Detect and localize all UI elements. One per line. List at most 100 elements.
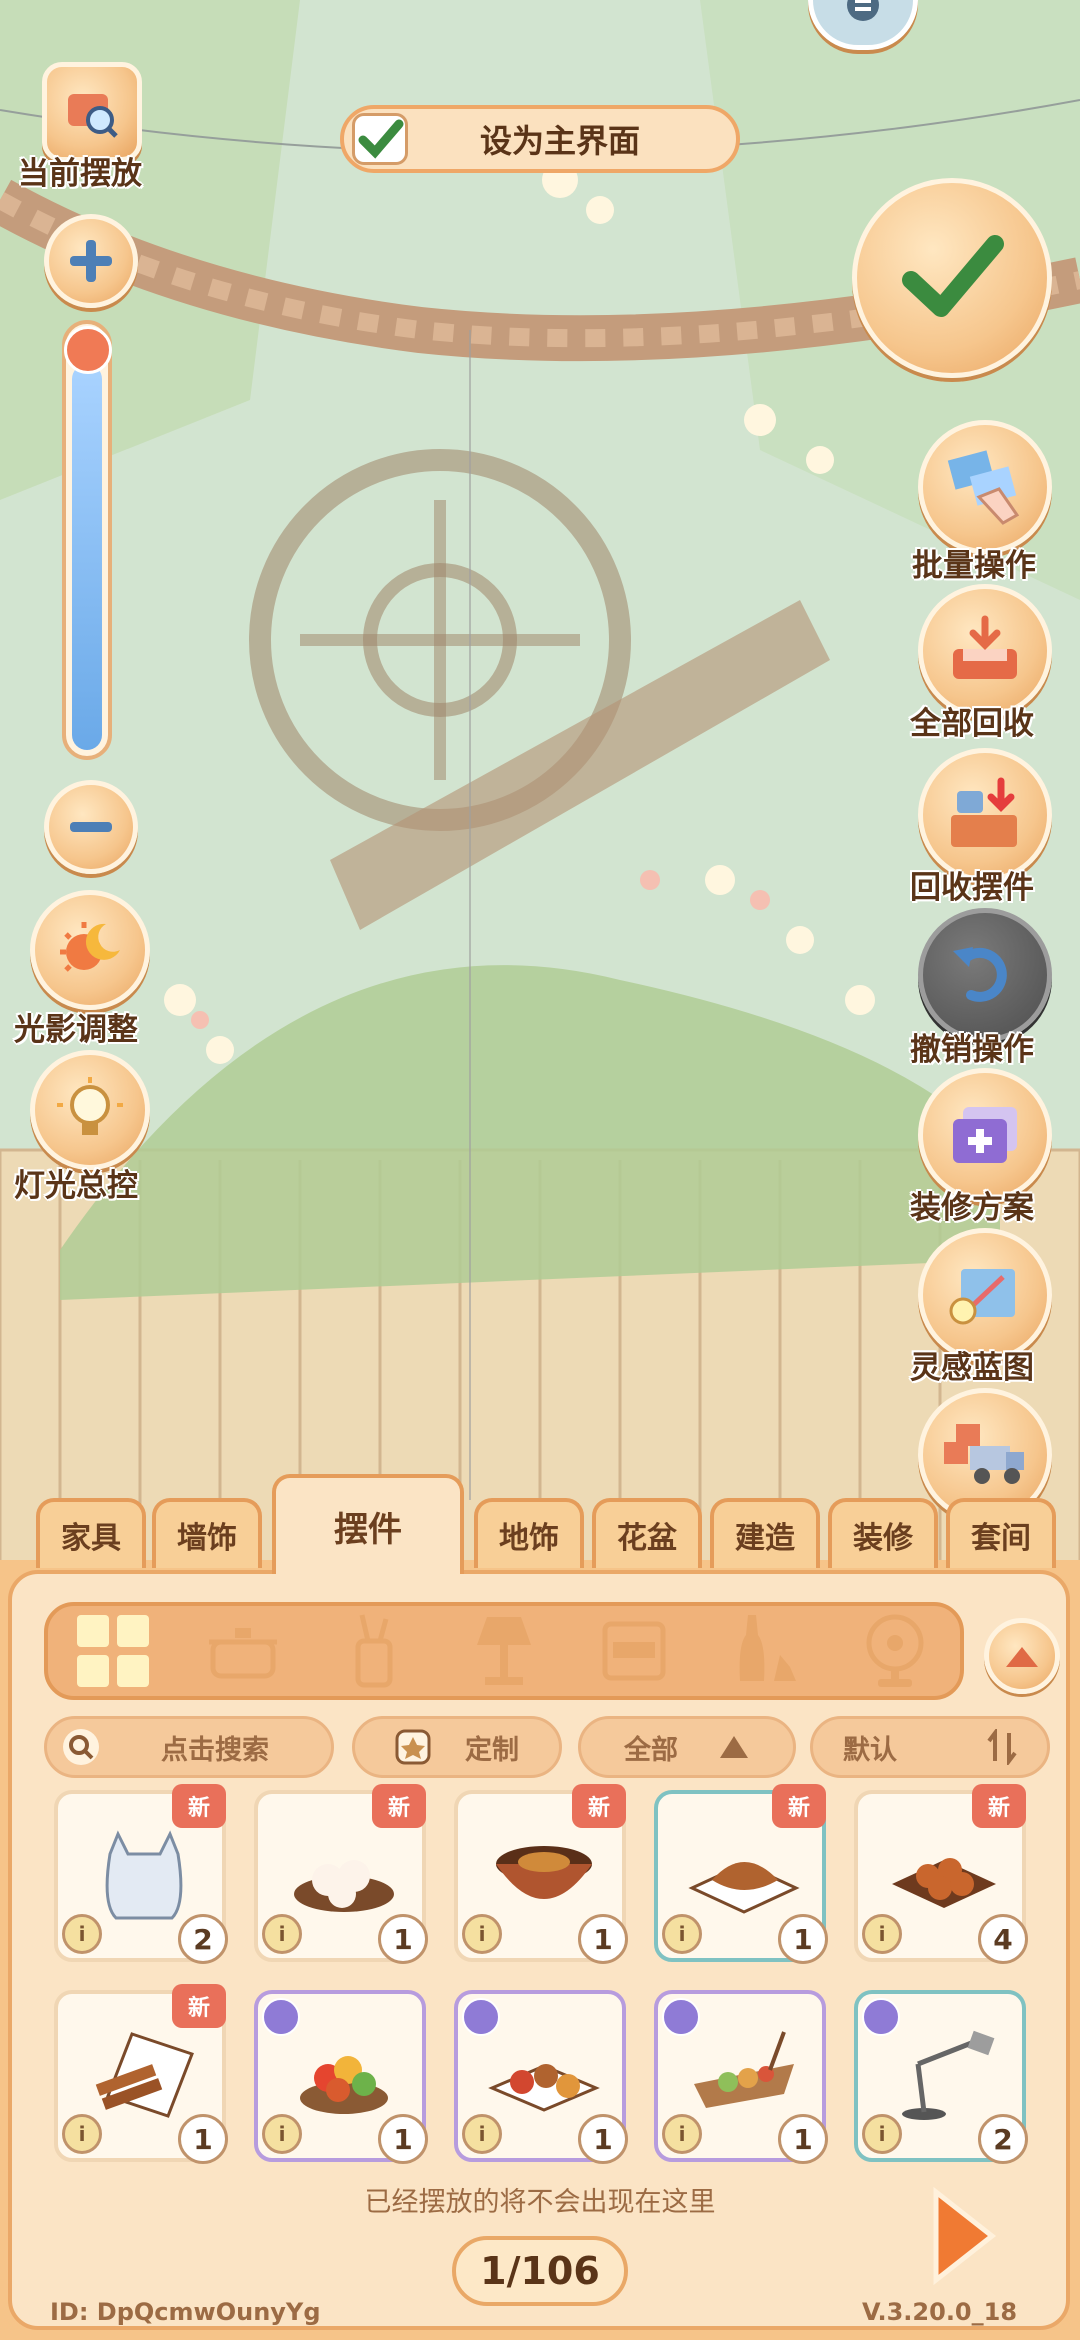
item-card[interactable]: 新 i 4 [854, 1784, 1028, 1964]
user-id: ID: DpQcmwOunyYg [50, 2298, 321, 2326]
sort-dropdown-label: 默认 [843, 1734, 897, 1766]
box-down-icon [951, 777, 1017, 847]
zoom-slider[interactable] [62, 320, 112, 760]
new-badge: 新 [772, 1784, 826, 1828]
category-dropdown-label: 全部 [624, 1734, 678, 1766]
new-badge: 新 [172, 1784, 226, 1828]
bulb-icon [57, 1077, 123, 1135]
category-appliances[interactable] [855, 1611, 935, 1691]
tab-label: 装修 [853, 1521, 913, 1556]
undo-button[interactable] [918, 908, 1052, 1042]
category-lamps[interactable] [464, 1611, 544, 1691]
item-card[interactable]: i 1 [654, 1990, 828, 2164]
info-icon[interactable]: i [662, 2114, 702, 2154]
bread-plate-icon [688, 1862, 800, 1914]
new-badge: 新 [572, 1784, 626, 1828]
custom-filter-button[interactable]: 定制 [352, 1716, 562, 1778]
food-boat-icon [694, 2031, 794, 2108]
info-icon[interactable]: i [62, 1914, 102, 1954]
subcategory-bar [44, 1602, 964, 1700]
magnifier-box-icon [68, 94, 118, 138]
minus-icon [70, 822, 112, 832]
info-icon[interactable]: i [262, 1914, 302, 1954]
batch-button[interactable] [918, 420, 1052, 554]
info-icon[interactable]: i [862, 1914, 902, 1954]
fan-icon [866, 1614, 924, 1687]
light-control-button[interactable] [30, 1050, 150, 1170]
category-dropdown[interactable]: 全部 [578, 1716, 796, 1778]
item-count: 1 [378, 2114, 428, 2164]
version: V.3.20.0_18 [862, 2298, 1018, 2326]
fried-balls-icon [892, 1858, 996, 1908]
tab-floor-decor[interactable]: 地饰 [474, 1498, 584, 1568]
item-card[interactable]: i 2 [854, 1990, 1028, 2164]
tab-label: 墙饰 [177, 1521, 237, 1556]
item-count: 4 [978, 1914, 1028, 1964]
tab-label: 地饰 [499, 1521, 559, 1556]
light-adjust-label: 光影调整 [14, 1012, 138, 1048]
info-icon[interactable]: i [462, 2114, 502, 2154]
bottle-icon [739, 1615, 796, 1681]
page-indicator: 1/106 [452, 2236, 628, 2306]
pot-icon [209, 1628, 278, 1679]
new-badge: 新 [972, 1784, 1026, 1828]
item-card[interactable]: i 1 [254, 1990, 428, 2164]
tab-suite[interactable]: 套间 [946, 1498, 1056, 1568]
checkbox-checked-icon [352, 113, 408, 165]
fruit-basket-icon [300, 2056, 388, 2114]
desk-lamp-icon [902, 2030, 995, 2120]
custom-badge-icon [395, 1729, 431, 1765]
tab-label: 套间 [971, 1521, 1031, 1556]
current-place-button[interactable] [42, 62, 142, 162]
new-badge: 新 [172, 1984, 226, 2028]
tab-label: 家具 [61, 1521, 121, 1556]
light-adjust-button[interactable] [30, 890, 150, 1010]
category-frames[interactable] [594, 1611, 674, 1691]
info-icon[interactable]: i [462, 1914, 502, 1954]
item-card[interactable]: 新 i 1 [254, 1784, 428, 1964]
checkmark-icon [902, 235, 1004, 317]
item-count: 1 [778, 2114, 828, 2164]
info-icon[interactable]: i [662, 1914, 702, 1954]
inbox-return-icon [953, 615, 1017, 679]
tab-furniture[interactable]: 家具 [36, 1498, 146, 1568]
zoom-in-button[interactable] [44, 214, 138, 308]
tab-build[interactable]: 建造 [710, 1498, 820, 1568]
set-main-button[interactable]: 设为主界面 [340, 105, 740, 173]
search-icon [63, 1729, 99, 1765]
item-card[interactable]: 新 i 2 [54, 1784, 228, 1964]
truck-icon [944, 1424, 1024, 1484]
item-count: 1 [578, 1914, 628, 1964]
plastic-bag-icon [105, 1830, 183, 1920]
info-icon[interactable]: i [862, 2114, 902, 2154]
zoom-slider-handle[interactable] [64, 326, 112, 374]
item-count: 2 [178, 1914, 228, 1964]
sort-dropdown[interactable]: 默认 [810, 1716, 1050, 1778]
new-badge: 新 [372, 1784, 426, 1828]
next-page-button[interactable] [928, 2186, 998, 2286]
zoom-out-button[interactable] [44, 780, 138, 874]
undo-icon [953, 947, 1007, 1002]
info-icon[interactable]: i [262, 2114, 302, 2154]
tab-wall-decor[interactable]: 墙饰 [152, 1498, 262, 1568]
confirm-button[interactable] [852, 178, 1052, 378]
category-cookware[interactable] [203, 1611, 283, 1691]
tab-ornaments[interactable]: 摆件 [272, 1474, 464, 1574]
item-card[interactable]: 新 i 1 [54, 1984, 228, 2164]
item-card[interactable]: 新 i 1 [454, 1784, 628, 1964]
tab-flowerpot[interactable]: 花盆 [592, 1498, 702, 1568]
info-icon[interactable]: i [62, 2114, 102, 2154]
tab-renovate[interactable]: 装修 [828, 1498, 938, 1568]
item-card[interactable]: i 1 [454, 1990, 628, 2164]
collapse-button[interactable] [984, 1618, 1060, 1694]
bowl-icon [496, 1846, 592, 1899]
custom-filter-label: 定制 [465, 1734, 519, 1766]
grid-icon [77, 1615, 150, 1687]
search-input[interactable]: 点击搜索 [44, 1716, 334, 1778]
item-card[interactable]: 新 i 1 [654, 1784, 828, 1964]
blueprint-label: 灵感蓝图 [910, 1350, 1034, 1386]
category-cups[interactable] [334, 1611, 414, 1691]
category-all[interactable] [73, 1611, 153, 1691]
recycle-items-label: 回收摆件 [910, 870, 1034, 906]
category-bottles[interactable] [725, 1611, 805, 1691]
